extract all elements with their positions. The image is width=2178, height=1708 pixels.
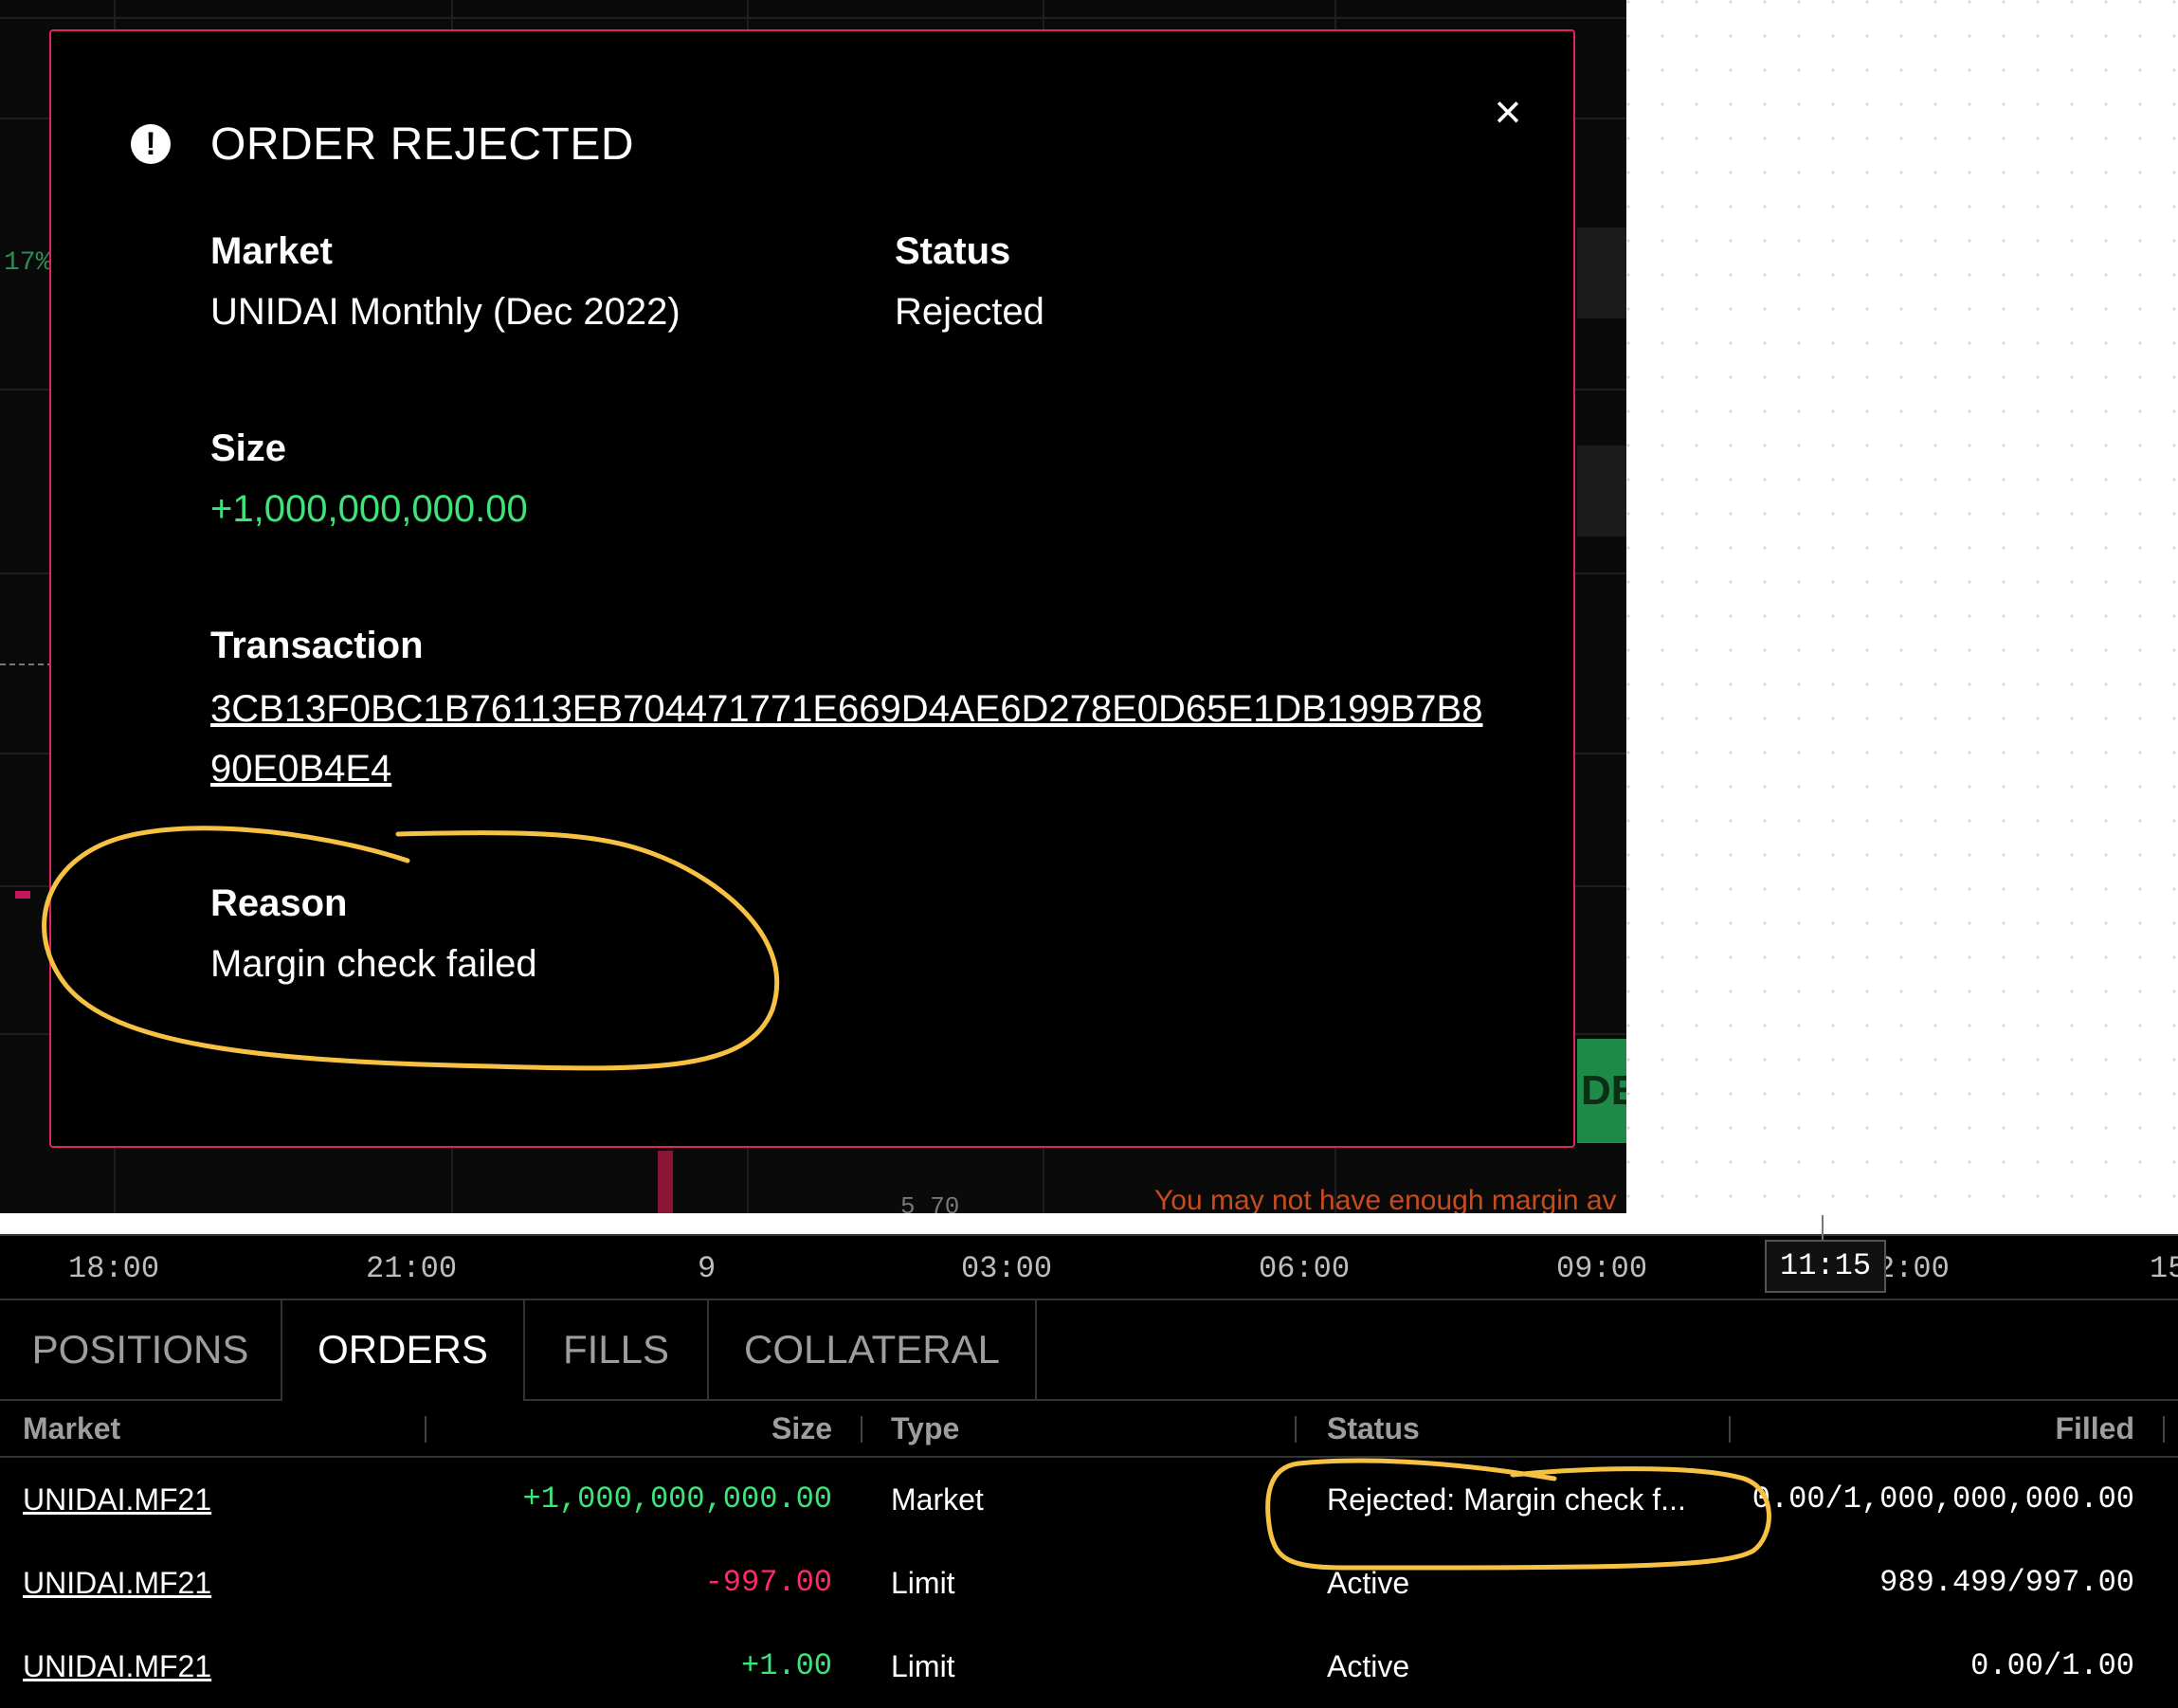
size-value: +1,000,000,000.00	[210, 488, 528, 530]
market-label: Market	[210, 230, 333, 272]
order-type: Limit	[891, 1566, 955, 1600]
price-marker	[15, 891, 30, 899]
order-panel-field	[1577, 227, 1626, 318]
column-header-size[interactable]: Size	[771, 1401, 832, 1456]
order-size: +1.00	[740, 1648, 832, 1683]
order-status: Rejected: Margin check f...	[1327, 1482, 1686, 1517]
current-time-marker: 11:15	[1765, 1240, 1887, 1293]
column-divider	[425, 1416, 427, 1443]
time-axis-label: 06:00	[1259, 1251, 1351, 1286]
time-marker-tick	[1822, 1215, 1824, 1240]
column-divider	[861, 1416, 862, 1443]
price-line	[0, 663, 53, 665]
table-row[interactable]: UNIDAI.MF21 -997.00 Limit Active 989.499…	[0, 1541, 2178, 1625]
panel-divider	[0, 1213, 2178, 1234]
time-axis-label: 03:00	[961, 1251, 1053, 1286]
time-axis-label: 9	[698, 1251, 717, 1286]
time-axis-label: 2:00	[1877, 1251, 1950, 1286]
column-header-status[interactable]: Status	[1327, 1401, 1420, 1456]
market-link[interactable]: UNIDAI.MF21	[23, 1458, 211, 1541]
bottom-panel: 18:00 21:00 9 03:00 06:00 09:00 2:00 15 …	[0, 1213, 2178, 1708]
order-type: Market	[891, 1482, 984, 1517]
time-axis-label: 18:00	[68, 1251, 160, 1286]
transaction-hash-link[interactable]: 3CB13F0BC1B76113EB704471771E669D4AE6D278…	[210, 680, 1499, 799]
column-divider	[2163, 1416, 2165, 1443]
market-link[interactable]: UNIDAI.MF21	[23, 1541, 211, 1625]
dotted-canvas-background	[1626, 0, 2178, 1213]
tab-collateral[interactable]: COLLATERAL	[709, 1300, 1037, 1399]
time-axis-label: 15	[2150, 1251, 2178, 1286]
top-area: 17% 5 70 You may not have enough margin …	[0, 0, 2178, 1213]
tab-orders[interactable]: ORDERS	[281, 1300, 525, 1401]
orders-table-header: Market Size Type Status Filled	[0, 1401, 2178, 1458]
time-axis-label: 21:00	[366, 1251, 458, 1286]
table-row[interactable]: UNIDAI.MF21 +1.00 Limit Active 0.00/1.00	[0, 1625, 2178, 1708]
order-status: Active	[1327, 1566, 1410, 1600]
chart-grid-line	[0, 17, 1626, 19]
order-rejected-dialog: × ! ORDER REJECTED Market UNIDAI Monthly…	[49, 29, 1575, 1148]
order-filled: 989.499/997.00	[1879, 1565, 2134, 1600]
order-tabs: POSITIONS ORDERS FILLS COLLATERAL	[0, 1300, 2178, 1401]
close-icon[interactable]: ×	[1486, 88, 1530, 136]
axis-fragment: 5 70	[900, 1192, 960, 1213]
price-change-fragment: 17%	[4, 248, 52, 278]
reason-value: Margin check failed	[210, 943, 537, 985]
order-size: -997.00	[704, 1565, 832, 1600]
alert-icon: !	[131, 124, 171, 164]
dialog-title: ORDER REJECTED	[210, 119, 635, 170]
market-link[interactable]: UNIDAI.MF21	[23, 1625, 211, 1708]
time-axis-label: 09:00	[1556, 1251, 1648, 1286]
time-axis: 18:00 21:00 9 03:00 06:00 09:00 2:00 15 …	[0, 1215, 2178, 1300]
column-header-market[interactable]: Market	[23, 1401, 120, 1456]
status-label: Status	[895, 230, 1011, 272]
reason-label: Reason	[210, 882, 348, 924]
margin-warning-text: You may not have enough margin av	[1154, 1185, 1617, 1213]
column-header-type[interactable]: Type	[891, 1401, 959, 1456]
order-panel-field	[1577, 445, 1626, 536]
column-header-filled[interactable]: Filled	[2055, 1401, 2134, 1456]
tab-positions[interactable]: POSITIONS	[0, 1300, 282, 1399]
order-type: Limit	[891, 1649, 955, 1683]
transaction-label: Transaction	[210, 625, 424, 666]
column-divider	[1729, 1416, 1731, 1443]
order-filled: 0.00/1,000,000,000.00	[1751, 1481, 2134, 1517]
order-filled: 0.00/1.00	[1970, 1648, 2134, 1683]
tab-fills[interactable]: FILLS	[525, 1300, 709, 1399]
column-divider	[1295, 1416, 1297, 1443]
order-size: +1,000,000,000.00	[522, 1481, 832, 1517]
size-label: Size	[210, 427, 287, 469]
place-order-button[interactable]: DE	[1577, 1039, 1626, 1143]
status-value: Rejected	[895, 291, 1044, 333]
volume-bar	[658, 1151, 673, 1213]
order-status: Active	[1327, 1649, 1410, 1683]
table-row[interactable]: UNIDAI.MF21 +1,000,000,000.00 Market Rej…	[0, 1458, 2178, 1541]
market-value: UNIDAI Monthly (Dec 2022)	[210, 291, 681, 333]
